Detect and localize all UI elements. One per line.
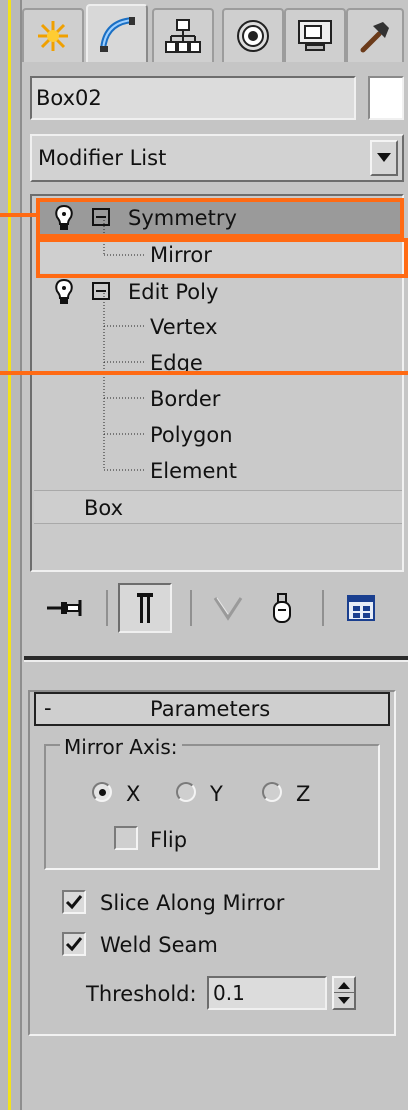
- toolbar-separator: [322, 590, 324, 626]
- radio-x[interactable]: [92, 782, 112, 802]
- rollout-title: Parameters: [150, 697, 271, 721]
- annotation-line: [0, 213, 38, 217]
- slice-along-mirror-label: Slice Along Mirror: [100, 891, 285, 915]
- radio-y[interactable]: [176, 782, 196, 802]
- threshold-spinner[interactable]: [332, 976, 356, 1010]
- checkmark-icon: [65, 895, 83, 910]
- chevron-down-icon: [377, 153, 391, 162]
- modify-curve-icon: [100, 17, 135, 52]
- hierarchy-tab[interactable]: [152, 8, 214, 62]
- radio-z[interactable]: [262, 782, 282, 802]
- remove-modifier-button[interactable]: [264, 588, 300, 626]
- highlight-symmetry: [36, 198, 404, 238]
- configure-modifier-sets-button[interactable]: [340, 590, 384, 626]
- checkmark-icon: [65, 937, 83, 952]
- utilities-tab[interactable]: [346, 8, 404, 62]
- flip-checkbox[interactable]: [114, 826, 138, 850]
- object-name-field[interactable]: Box02: [30, 76, 356, 120]
- modifier-list-label: Modifier List: [38, 146, 167, 170]
- annotation-line: [0, 371, 408, 375]
- weld-seam-label: Weld Seam: [100, 933, 218, 957]
- stack-label-vertex[interactable]: Vertex: [150, 313, 218, 341]
- radio-y-label: Y: [210, 782, 223, 806]
- stack-label-edit-poly[interactable]: Edit Poly: [128, 278, 218, 306]
- modify-tab[interactable]: [86, 4, 148, 62]
- stack-label-border[interactable]: Border: [150, 385, 220, 413]
- stack-label-element[interactable]: Element: [150, 457, 237, 485]
- stack-label-box: Box: [84, 496, 124, 520]
- viewport-border-line: [8, 0, 11, 1110]
- monitor-icon: [298, 20, 332, 51]
- remove-modifier-icon: [273, 593, 291, 623]
- make-unique-icon: [213, 597, 243, 621]
- lightbulb-icon[interactable]: [52, 278, 76, 306]
- configure-sets-icon: [347, 595, 375, 621]
- pin-stack-button[interactable]: [42, 592, 88, 624]
- hammer-icon: [360, 22, 389, 53]
- panel-divider-highlight: [24, 660, 408, 662]
- threshold-input[interactable]: 0.1: [207, 976, 327, 1010]
- spinner-arrows-icon: [338, 982, 350, 1004]
- sun-icon: [38, 21, 68, 51]
- hierarchy-icon: [165, 19, 201, 53]
- collapse-box-icon[interactable]: [92, 282, 110, 300]
- mirror-axis-label: Mirror Axis:: [60, 734, 182, 760]
- dropdown-arrow-button[interactable]: [370, 140, 398, 176]
- slice-along-mirror-checkbox[interactable]: [62, 890, 86, 914]
- radio-x-label: X: [126, 782, 141, 806]
- spinner-divider: [334, 992, 354, 993]
- display-tab[interactable]: [284, 8, 346, 62]
- stack-label-polygon[interactable]: Polygon: [150, 421, 233, 449]
- make-unique-button[interactable]: [208, 590, 248, 626]
- motion-tab[interactable]: [222, 8, 284, 62]
- motion-target-icon: [237, 20, 269, 52]
- radio-z-label: Z: [296, 782, 311, 806]
- highlight-mirror: [36, 238, 408, 278]
- rollout-collapse-sign: -: [44, 696, 52, 720]
- flip-label: Flip: [150, 828, 188, 852]
- toolbar-separator: [190, 590, 192, 626]
- end-result-icon: [137, 593, 153, 623]
- weld-seam-checkbox[interactable]: [62, 932, 86, 956]
- pin-icon: [47, 600, 82, 616]
- threshold-label: Threshold:: [86, 982, 197, 1006]
- toolbar-separator: [106, 590, 108, 626]
- create-tab[interactable]: [22, 8, 84, 62]
- show-end-result-button[interactable]: [118, 583, 172, 633]
- object-color-swatch[interactable]: [368, 76, 404, 120]
